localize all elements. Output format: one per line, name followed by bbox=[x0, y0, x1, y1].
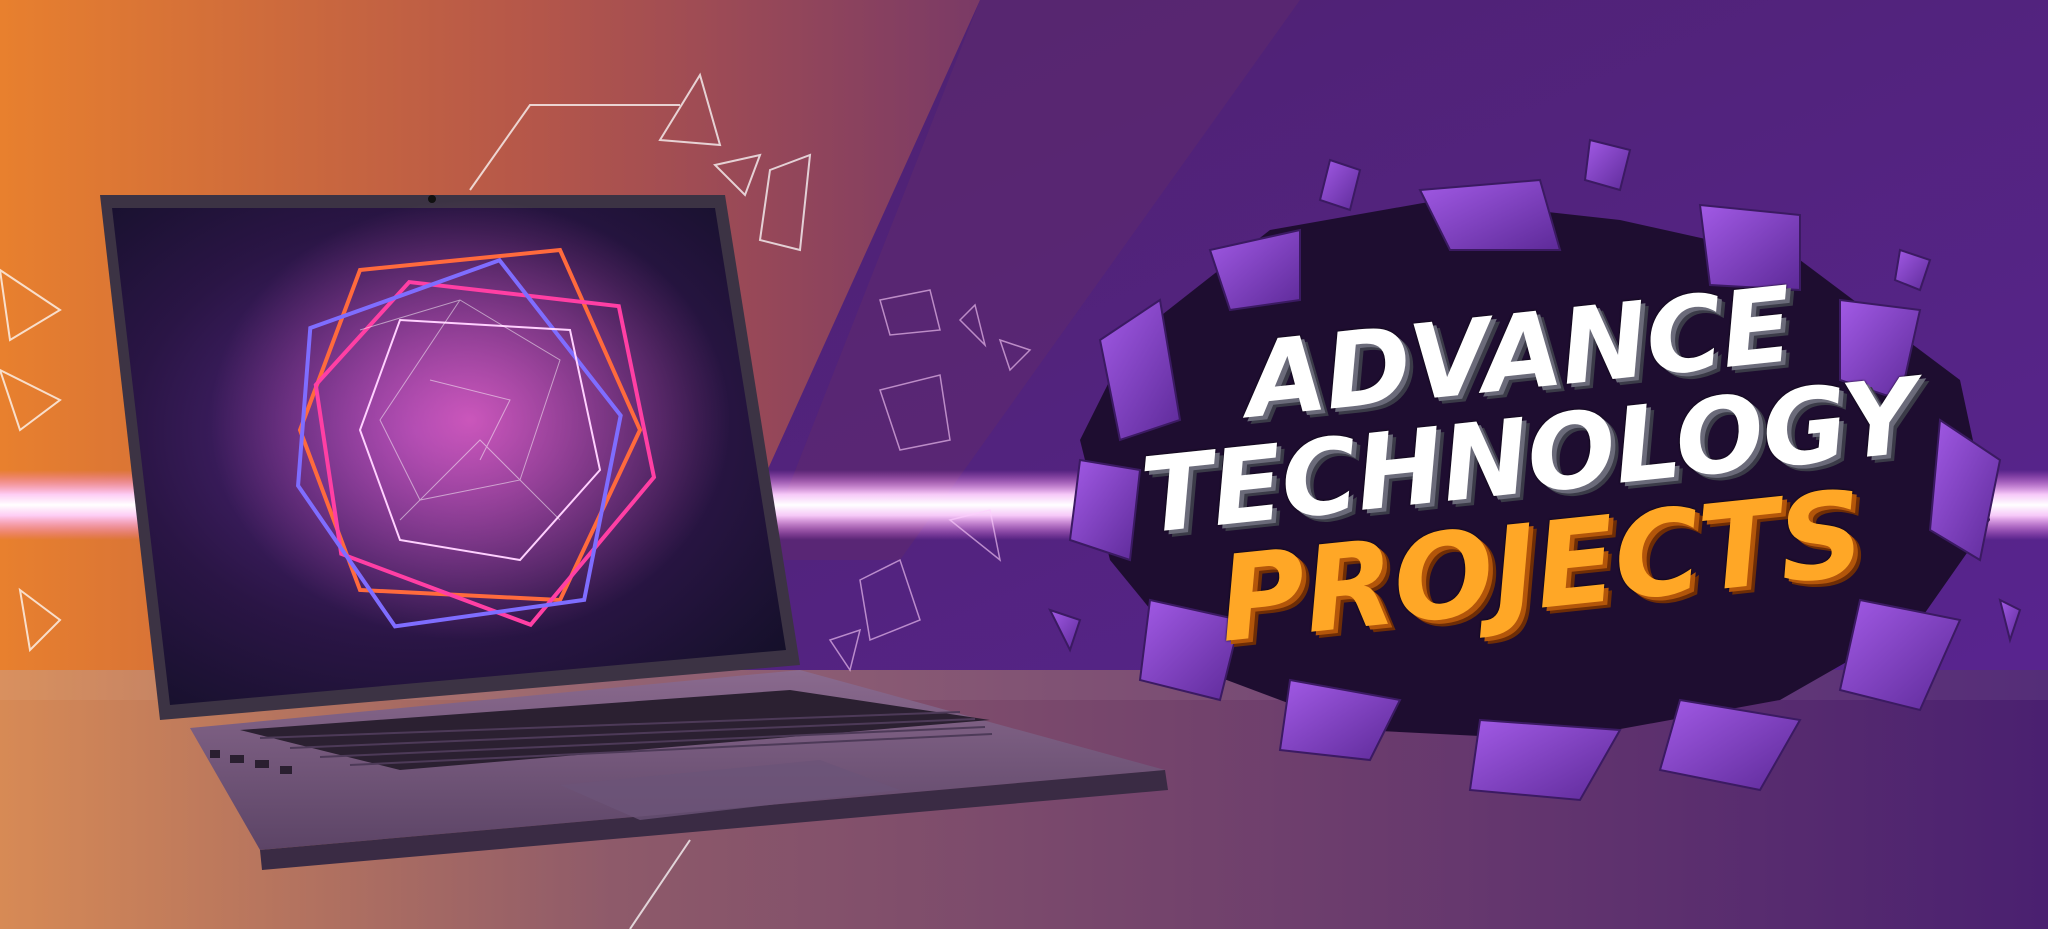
banner: ADVANCE TECHNOLOGY PROJECTS bbox=[0, 0, 2048, 929]
